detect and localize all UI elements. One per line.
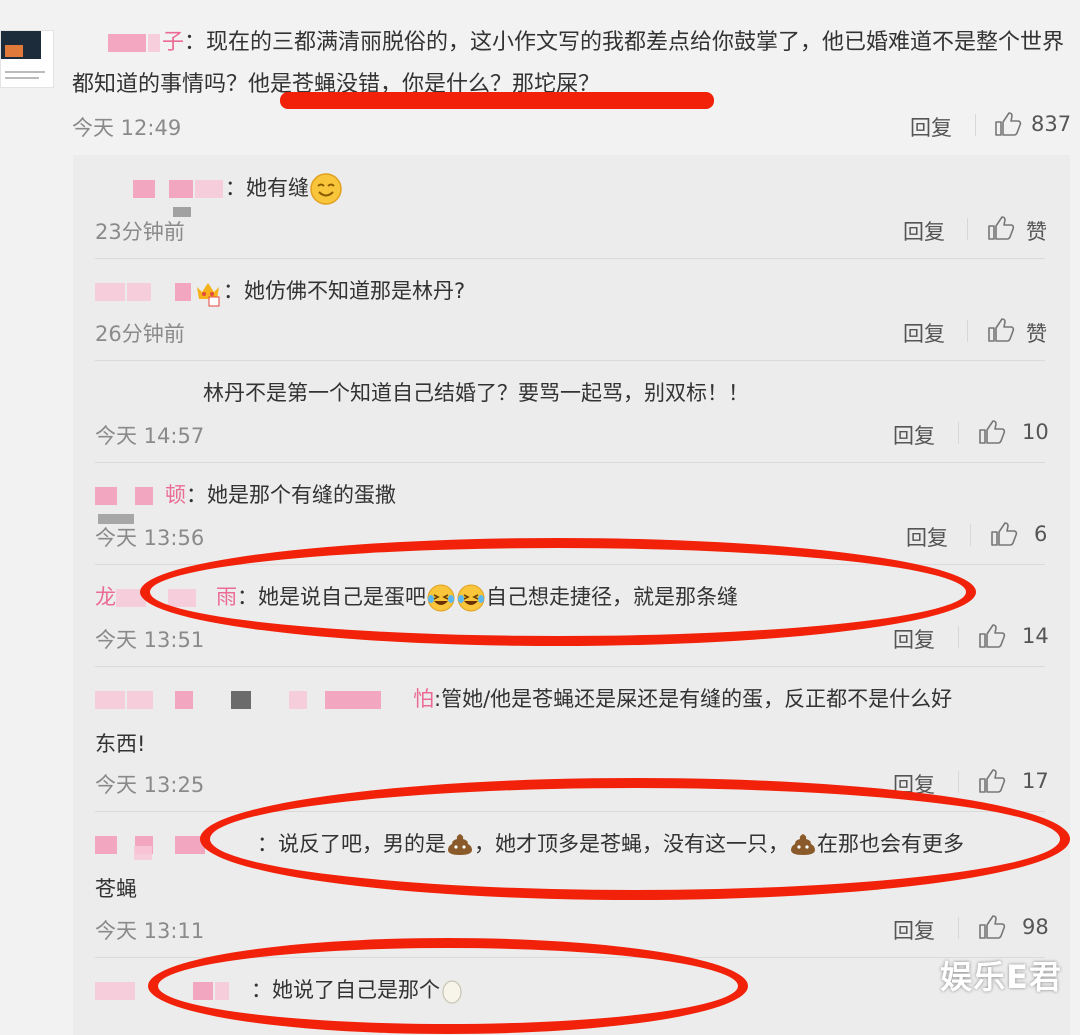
username-blur (325, 691, 381, 709)
reply-2: ：她仿佛不知道那是林丹? (95, 275, 465, 307)
watermark: 娱乐E君 (940, 958, 1062, 996)
action-separator (958, 422, 959, 444)
user-avatar[interactable] (0, 30, 54, 88)
reply-divider (95, 258, 1045, 259)
username-blur (127, 283, 151, 301)
reply-1-time: 23分钟前 (95, 220, 185, 244)
reply-1: ：她有缝 (133, 172, 343, 206)
username-blur (108, 34, 146, 52)
red-ellipse-annotation (200, 778, 1070, 900)
reply-7-text-line2: 苍蝇 (95, 877, 137, 901)
thumbs-up-icon[interactable] (990, 521, 1018, 547)
action-separator (958, 771, 959, 793)
blur-artifact (134, 846, 152, 860)
reply-7-like-count: 98 (1022, 915, 1049, 939)
username-blur (95, 283, 125, 301)
reply-divider (95, 666, 1045, 667)
main-comment-like-count: 837 (1031, 112, 1072, 136)
reply-4-reply-button[interactable]: 回复 (906, 522, 948, 552)
reply-5-reply-button[interactable]: 回复 (893, 624, 935, 654)
reply-6-text-line1: :管她/他是苍蝇还是屎还是有缝的蛋，反正都不是什么好 (434, 687, 953, 711)
username-blur (148, 34, 160, 52)
reply-4-time: 今天 13:56 (95, 526, 205, 550)
reply-divider (95, 462, 1045, 463)
username-blur (127, 691, 153, 709)
reply-5-like-count: 14 (1022, 624, 1049, 648)
action-separator (967, 320, 968, 342)
reply-6-username[interactable]: 怕 (413, 687, 434, 711)
reply-5-username-prefix[interactable]: 龙 (95, 585, 116, 609)
thumbs-up-icon[interactable] (978, 768, 1006, 794)
username-blur (135, 487, 153, 505)
thumbs-up-icon[interactable] (978, 914, 1006, 940)
username-blur (195, 180, 223, 198)
reply-2-text: ：她仿佛不知道那是林丹? (223, 279, 466, 303)
reply-2-time: 26分钟前 (95, 322, 185, 346)
action-separator (967, 218, 968, 240)
username-blur (175, 691, 193, 709)
username-blur (231, 691, 251, 709)
avatar-image-orange (5, 45, 23, 57)
reply-7-reply-button[interactable]: 回复 (893, 915, 935, 945)
reply-6-like-count: 17 (1022, 769, 1049, 793)
reply-7-time: 今天 13:11 (95, 919, 205, 943)
main-comment-time: 今天 12:49 (72, 116, 182, 140)
reply-1-text: ：她有缝 (225, 176, 309, 200)
reply-1-reply-button[interactable]: 回复 (903, 216, 945, 246)
thumbs-up-icon[interactable] (978, 623, 1006, 649)
reply-6: 怕:管她/他是苍蝇还是屎还是有缝的蛋，反正都不是什么好 (95, 683, 952, 713)
reply-5-time: 今天 13:51 (95, 628, 205, 652)
username-blur (95, 982, 135, 1000)
reply-2-like-label: 赞 (1026, 322, 1047, 346)
main-comment-body: ：现在的三都满清丽脱俗的，这小作文写的我都差点给你鼓掌了，他已婚难道不是整个世界… (72, 30, 1065, 97)
red-underline-annotation (280, 92, 714, 109)
action-separator (975, 114, 976, 136)
action-separator (958, 917, 959, 939)
username-blur (169, 180, 193, 198)
reply-4-like-count: 6 (1034, 522, 1048, 546)
reply-4-text: ：她是那个有缝的蛋撒 (186, 483, 396, 507)
thumbs-up-icon[interactable] (987, 215, 1015, 241)
reply-4: 顿：她是那个有缝的蛋撒 (95, 479, 396, 509)
thumbs-up-icon[interactable] (994, 111, 1022, 137)
reply-6-time: 今天 13:25 (95, 773, 205, 797)
avatar-caption-line (5, 77, 39, 79)
thumbs-up-icon[interactable] (987, 317, 1015, 343)
reply-3-like-count: 10 (1022, 420, 1049, 444)
reply-3-time: 今天 14:57 (95, 424, 205, 448)
username-blur (133, 180, 155, 198)
username-blur (289, 691, 307, 709)
main-comment-username[interactable]: 子 (162, 30, 184, 55)
smile-emoji-icon (310, 173, 342, 205)
reply-3-reply-button[interactable]: 回复 (893, 420, 935, 450)
reply-4-username[interactable]: 顿 (165, 483, 186, 507)
reply-1-like-label: 赞 (1026, 220, 1047, 244)
main-comment-reply-button[interactable]: 回复 (910, 112, 952, 142)
username-blur (95, 836, 117, 854)
username-blur (95, 487, 117, 505)
avatar-caption-line (5, 71, 45, 73)
reply-3-text: 林丹不是第一个知道自己结婚了？要骂一起骂，别双标！！ (203, 381, 749, 405)
username-blur (175, 283, 191, 301)
action-separator (958, 626, 959, 648)
reply-2-reply-button[interactable]: 回复 (903, 318, 945, 348)
thumbs-up-icon[interactable] (978, 419, 1006, 445)
crown-badge-icon (197, 283, 220, 307)
reply-6-text-line2: 东西! (95, 732, 146, 756)
username-blur (95, 691, 125, 709)
red-ellipse-annotation (140, 538, 976, 646)
reply-divider (95, 360, 1045, 361)
action-separator (970, 524, 971, 546)
